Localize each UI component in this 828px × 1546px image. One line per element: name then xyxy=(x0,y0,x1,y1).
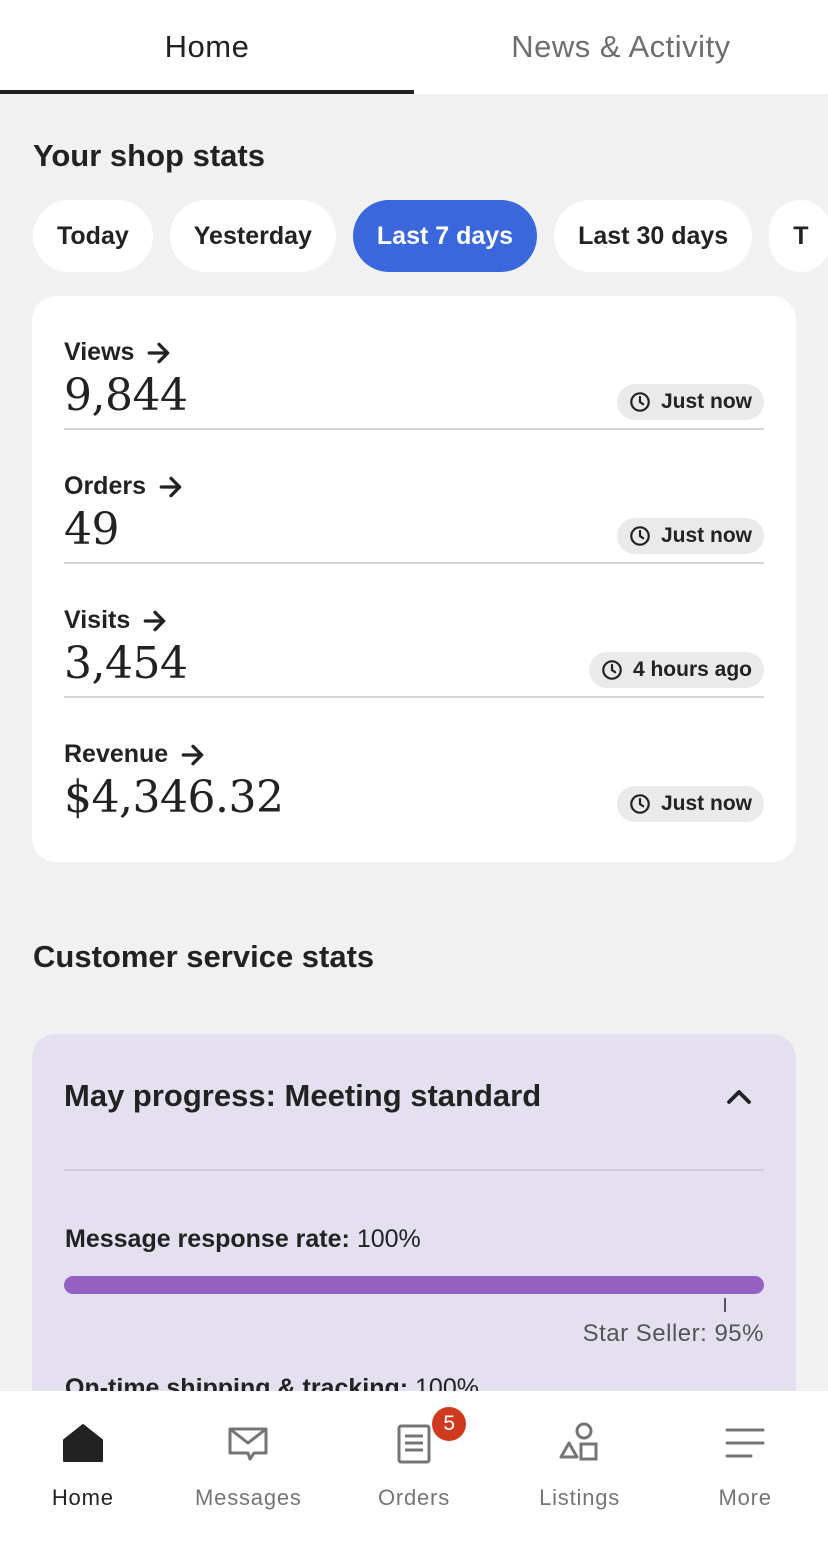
stat-label-text: Revenue xyxy=(64,740,169,768)
updated-badge: Just now xyxy=(616,518,764,554)
stat-label-text: Views xyxy=(64,338,135,366)
nav-listings[interactable]: Listings xyxy=(497,1391,663,1546)
stat-label-text: Visits xyxy=(64,606,131,634)
listings-icon xyxy=(559,1422,598,1461)
star-seller-target: Star Seller: 95% xyxy=(582,1320,764,1347)
nav-home[interactable]: Home xyxy=(0,1391,166,1546)
stat-label: Visits xyxy=(64,606,168,635)
top-tabs: Home News & Activity xyxy=(0,0,828,94)
metric-value: 100% xyxy=(356,1225,421,1253)
home-icon xyxy=(62,1424,103,1462)
stat-views[interactable]: Views 9,844 Just now xyxy=(64,296,764,430)
clock-icon xyxy=(602,660,622,680)
nav-messages[interactable]: Messages xyxy=(166,1391,332,1546)
nav-label: More xyxy=(718,1485,772,1510)
menu-icon xyxy=(725,1428,765,1458)
nav-label: Home xyxy=(51,1485,114,1510)
nav-label: Messages xyxy=(195,1485,302,1510)
stat-value: $4,346.32 xyxy=(64,772,284,823)
arrow-right-icon xyxy=(148,342,170,363)
stat-value: 3,454 xyxy=(64,638,188,689)
tab-home[interactable]: Home xyxy=(0,0,414,94)
target-tick xyxy=(724,1298,726,1312)
nav-more[interactable]: More xyxy=(662,1391,828,1546)
updated-badge: Just now xyxy=(616,384,764,420)
nav-orders[interactable]: 5 Orders xyxy=(331,1391,497,1546)
filter-today[interactable]: Today xyxy=(33,200,153,272)
response-rate-bar-fill xyxy=(64,1276,764,1294)
shop-stats-title: Your shop stats xyxy=(33,138,265,173)
progress-header[interactable]: May progress: Meeting standard xyxy=(64,1034,764,1171)
arrow-right-icon xyxy=(181,744,204,765)
updated-text: Just now xyxy=(660,390,752,413)
orders-badge: 5 xyxy=(430,1405,469,1443)
stat-label: Revenue xyxy=(64,740,206,769)
arrow-right-icon xyxy=(143,610,166,631)
stat-visits[interactable]: Visits 3,454 4 hours ago xyxy=(64,564,764,698)
chevron-up-icon[interactable] xyxy=(724,1082,754,1112)
date-filter-chips: Today Yesterday Last 7 days Last 30 days… xyxy=(33,200,828,272)
shop-stats-card: Views 9,844 Just now Orders 49 Just now … xyxy=(32,296,796,862)
updated-text: Just now xyxy=(660,792,752,815)
clock-icon xyxy=(630,392,650,412)
stat-revenue[interactable]: Revenue $4,346.32 Just now xyxy=(64,698,764,832)
progress-title: May progress: Meeting standard xyxy=(64,1078,542,1113)
filter-last-30-days[interactable]: Last 30 days xyxy=(554,200,753,272)
clock-icon xyxy=(630,526,650,546)
metric-response-rate: Message response rate: 100% xyxy=(65,1225,421,1254)
response-rate-bar xyxy=(64,1276,764,1294)
nav-label: Orders xyxy=(377,1485,450,1510)
stat-label: Orders xyxy=(64,472,184,501)
updated-text: Just now xyxy=(660,524,752,547)
filter-last-7-days[interactable]: Last 7 days xyxy=(352,200,538,272)
stat-label: Views xyxy=(64,338,172,367)
updated-badge: 4 hours ago xyxy=(588,652,764,688)
stat-orders[interactable]: Orders 49 Just now xyxy=(64,430,764,564)
stat-label-text: Orders xyxy=(64,472,146,500)
bottom-nav: Home Messages 5 Orders Listings More xyxy=(0,1391,828,1546)
stat-value: 49 xyxy=(64,504,120,555)
clock-icon xyxy=(630,794,650,814)
updated-text: 4 hours ago xyxy=(632,658,752,681)
tab-news-activity[interactable]: News & Activity xyxy=(414,0,828,94)
arrow-right-icon xyxy=(159,476,182,497)
updated-badge: Just now xyxy=(616,786,764,822)
customer-service-title: Customer service stats xyxy=(33,939,375,974)
metric-label-text: Message response rate: xyxy=(65,1225,350,1253)
nav-label: Listings xyxy=(539,1485,621,1510)
stat-value: 9,844 xyxy=(64,370,188,421)
filter-yesterday[interactable]: Yesterday xyxy=(169,200,336,272)
messages-icon xyxy=(228,1427,268,1461)
filter-more[interactable]: T xyxy=(769,200,828,272)
